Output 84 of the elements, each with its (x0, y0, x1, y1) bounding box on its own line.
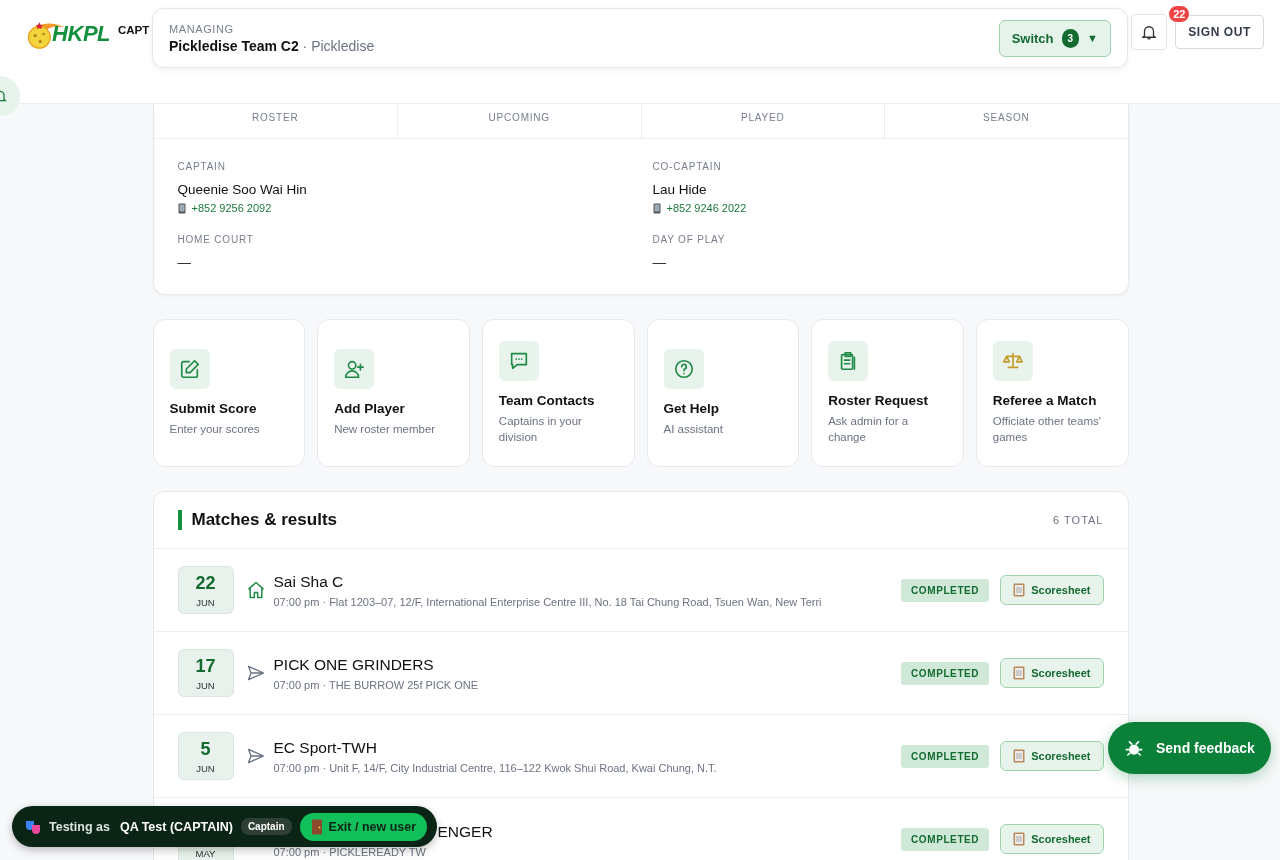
help-icon (663, 348, 704, 389)
clipboard-icon (1013, 666, 1026, 680)
contact-name: Queenie Soo Wai Hin (177, 182, 308, 197)
phone-icon (652, 202, 661, 214)
action-title: Submit Score (169, 400, 258, 416)
match-details: 07:00 pm · THE BURROW 25f PICK ONE (273, 678, 480, 691)
exit-button[interactable]: Exit / new user (299, 812, 428, 841)
club-name: · Pickledise (302, 37, 375, 54)
scoresheet-button[interactable]: Scoresheet (1000, 575, 1104, 605)
action-card[interactable]: Roster Request Ask admin for a change (811, 319, 964, 467)
action-subtitle: Enter your scores (169, 421, 261, 437)
contact-label: CO-CAPTAIN (652, 161, 723, 172)
chat-icon (498, 340, 539, 381)
stat-label: UPCOMING (397, 104, 641, 138)
contact-name: Lau Hide (652, 182, 708, 197)
phone-link[interactable]: +852 9256 2092 (191, 202, 272, 214)
action-subtitle: New roster member (334, 421, 437, 437)
stat-label: PLAYED (640, 104, 884, 138)
status-tag: COMPLETED (901, 827, 990, 851)
stat-label: ROSTER (251, 111, 300, 125)
stat-label: SEASON (884, 104, 1128, 138)
section-title: Matches & results (177, 510, 337, 530)
contact-label: CAPTAIN (177, 161, 227, 172)
add-user-icon (334, 348, 375, 389)
action-subtitle: AI assistant (663, 421, 724, 437)
action-card[interactable]: Get Help AI assistant (646, 319, 800, 467)
contact-label: HOME COURT (177, 234, 255, 245)
switch-button[interactable]: Switch 3 ▼ (998, 19, 1111, 57)
match-details: 07:00 pm · PICKLEREADY TW (273, 845, 427, 858)
match-details: 07:00 pm · Flat 1203–07, 12/F, International Enterprise Centre III, No. 18 Tai Chung Road, Tsuen Wan, New Terri (273, 595, 823, 608)
contact-name: — (177, 255, 192, 270)
role-tag: Captain (240, 818, 292, 835)
action-title: Referee a Match (992, 392, 1098, 408)
notification-count: 22 (1168, 5, 1191, 23)
phone-link[interactable]: +852 9246 2022 (666, 202, 747, 214)
action-title: Add Player (334, 400, 406, 416)
opponent-name: ENGER (437, 822, 493, 841)
status-tag: COMPLETED (901, 744, 990, 768)
date-badge: 22 JUN (177, 566, 234, 614)
opponent-name: PICK ONE GRINDERS (273, 655, 435, 674)
masks-icon (25, 818, 41, 835)
scales-icon (992, 340, 1033, 381)
clipboard-icon (1013, 583, 1026, 597)
test-user-name: QA Test (CAPTAIN) (119, 819, 233, 834)
action-title: Roster Request (828, 392, 929, 408)
opponent-name: EC Sport-TWH (273, 738, 378, 757)
edit-icon (169, 348, 210, 389)
team-name: Pickledise Team C2 (169, 37, 299, 54)
action-card[interactable]: Referee a Match Officiate other teams' games (975, 319, 1129, 467)
bug-icon (1124, 738, 1144, 758)
notifications-button[interactable] (1131, 14, 1168, 50)
status-tag: COMPLETED (901, 578, 990, 602)
status-tag: COMPLETED (901, 661, 990, 685)
send-icon (245, 663, 266, 683)
home-icon (245, 580, 266, 600)
action-card[interactable]: Submit Score Enter your scores (152, 319, 306, 467)
clipboard-icon (828, 340, 869, 381)
send-feedback-button[interactable]: Send feedback (1108, 722, 1271, 774)
clipboard-icon (1013, 749, 1026, 763)
send-icon (245, 746, 266, 766)
date-badge: 17 JUN (177, 649, 234, 697)
bell-icon (1140, 23, 1159, 41)
clipboard-icon (1013, 832, 1026, 846)
contact-name: — (652, 255, 667, 270)
action-title: Team Contacts (498, 392, 596, 408)
door-icon (310, 818, 323, 835)
role-label: CAPT (118, 24, 150, 36)
action-title: Get Help (663, 400, 720, 416)
scoresheet-button[interactable]: Scoresheet (1000, 658, 1104, 688)
opponent-name: Sai Sha C (273, 572, 345, 591)
action-subtitle: Ask admin for a change (828, 413, 910, 445)
contact-label: DAY OF PLAY (652, 234, 727, 245)
action-subtitle: Captains in your division (498, 413, 583, 445)
scoresheet-button[interactable]: Scoresheet (1000, 741, 1104, 771)
action-card[interactable]: Add Player New roster member (317, 319, 470, 467)
action-card[interactable]: Team Contacts Captains in your division (481, 319, 635, 467)
scoresheet-button[interactable]: Scoresheet (1000, 824, 1104, 854)
managing-label: MANAGING (169, 22, 235, 35)
phone-icon (177, 202, 186, 214)
match-count: 6 TOTAL (1053, 514, 1104, 526)
action-subtitle: Officiate other teams' games (992, 413, 1102, 445)
testing-label: Testing as (49, 819, 110, 834)
match-details: 07:00 pm · Unit F, 14/F, City Industrial Centre, 116–122 Kwok Shui Road, Kwai Chung, N.T. (273, 761, 718, 774)
date-badge: 5 JUN (177, 732, 234, 780)
